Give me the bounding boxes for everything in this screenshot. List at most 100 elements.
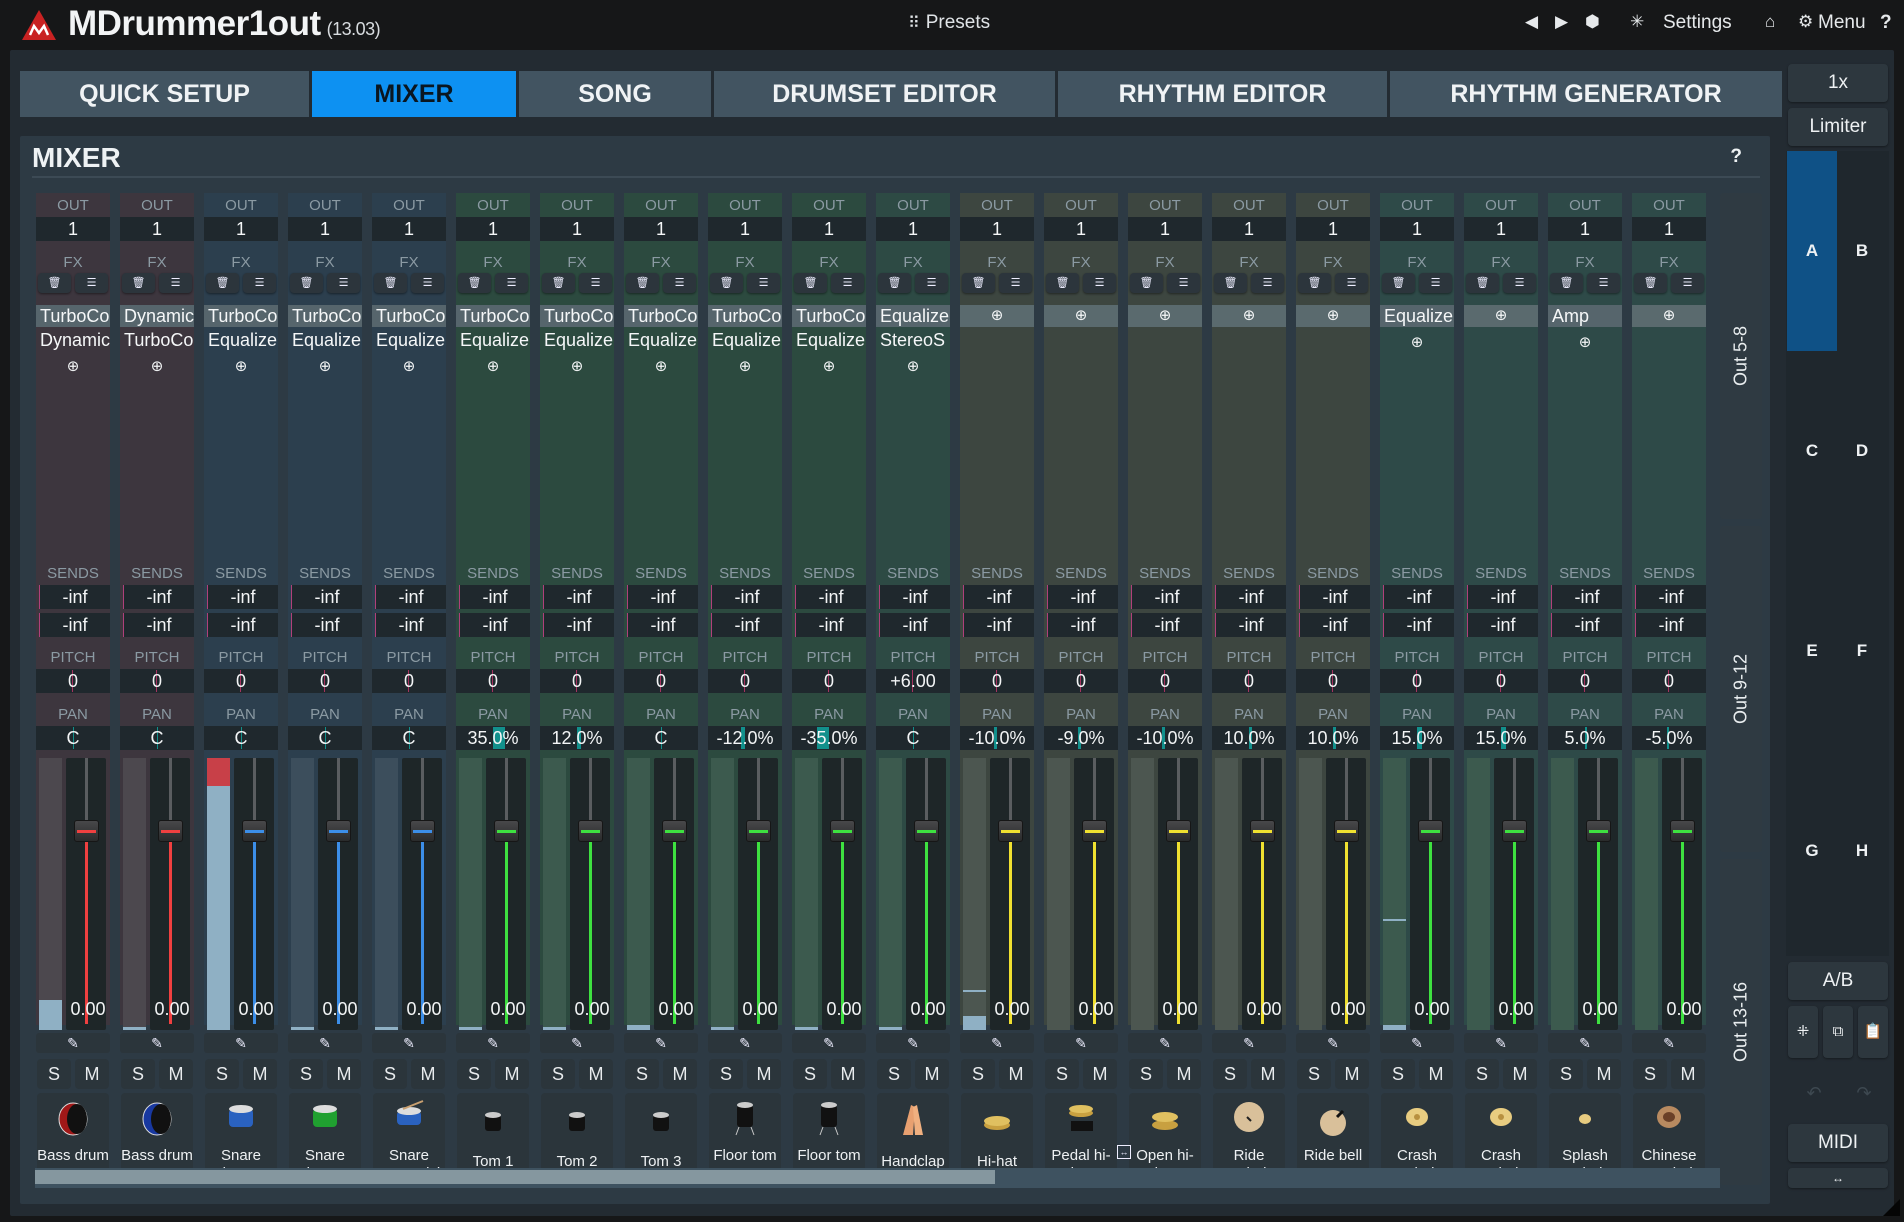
edit-drum-icon[interactable]: ✎ (288, 1033, 362, 1053)
gain-value[interactable]: 0.00 (234, 999, 278, 1020)
gain-value[interactable]: 0.00 (66, 999, 110, 1020)
fader-handle[interactable] (1334, 820, 1359, 842)
pan-value[interactable]: 15.0% (1464, 726, 1538, 750)
fx-slot[interactable]: TurboComp (792, 305, 866, 327)
gain-value[interactable]: 0.00 (1074, 999, 1118, 1020)
fx-list-icon[interactable]: ☰ (327, 273, 360, 293)
delete-fx-icon[interactable]: 🗑 (1298, 273, 1331, 293)
send-2-value[interactable]: -inf (795, 613, 866, 637)
scrollbar-thumb[interactable] (35, 1170, 996, 1184)
add-fx-icon[interactable]: ⊕ (36, 357, 110, 375)
slot-h-button[interactable]: H (1837, 751, 1887, 951)
fader-handle[interactable] (242, 820, 267, 842)
mute-button[interactable]: M (411, 1059, 445, 1089)
fx-slot[interactable]: TurboComp (120, 329, 194, 351)
slot-e-button[interactable]: E (1787, 551, 1837, 751)
solo-button[interactable]: S (289, 1059, 323, 1089)
fx-slot[interactable]: Amp (1548, 305, 1622, 327)
send-1-value[interactable]: -inf (39, 585, 110, 609)
pan-value[interactable]: C (204, 726, 278, 750)
gain-value[interactable]: 0.00 (1326, 999, 1370, 1020)
send-2-value[interactable]: -inf (207, 613, 278, 637)
fader-handle[interactable] (158, 820, 183, 842)
fader-handle[interactable] (1586, 820, 1611, 842)
fx-list-icon[interactable]: ☰ (495, 273, 528, 293)
fx-list-icon[interactable]: ☰ (159, 273, 192, 293)
pan-value[interactable]: -9.0% (1044, 726, 1118, 750)
slot-d-button[interactable]: D (1837, 351, 1887, 551)
gears-icon[interactable]: ⚙ (1798, 12, 1813, 32)
randomize-icon[interactable]: ⁜ (1788, 1006, 1818, 1058)
fx-list-icon[interactable]: ☰ (75, 273, 108, 293)
slot-b-button[interactable]: B (1837, 151, 1887, 351)
pitch-value[interactable]: 0 (1380, 669, 1454, 693)
gain-value[interactable]: 0.00 (1578, 999, 1622, 1020)
fx-slot[interactable]: Equalizer (624, 329, 698, 351)
gain-value[interactable]: 0.00 (654, 999, 698, 1020)
mute-button[interactable]: M (1167, 1059, 1201, 1089)
add-fx-button[interactable]: ⊕ (1044, 305, 1118, 327)
send-1-value[interactable]: -inf (1551, 585, 1622, 609)
fx-slot[interactable]: TurboComp (540, 305, 614, 327)
solo-button[interactable]: S (1465, 1059, 1499, 1089)
add-fx-icon[interactable]: ⊕ (1380, 333, 1454, 351)
solo-button[interactable]: S (877, 1059, 911, 1089)
ab-compare-button[interactable]: A/B (1788, 962, 1888, 1000)
edit-drum-icon[interactable]: ✎ (1128, 1033, 1202, 1053)
fx-slot[interactable]: StereoS (876, 329, 950, 351)
add-fx-icon[interactable]: ⊕ (876, 357, 950, 375)
delete-fx-icon[interactable]: 🗑 (962, 273, 995, 293)
gain-value[interactable]: 0.00 (1494, 999, 1538, 1020)
send-1-value[interactable]: -inf (1131, 585, 1202, 609)
delete-fx-icon[interactable]: 🗑 (1466, 273, 1499, 293)
fx-list-icon[interactable]: ☰ (915, 273, 948, 293)
fx-slot[interactable]: Equalizer (456, 329, 530, 351)
delete-fx-icon[interactable]: 🗑 (1382, 273, 1415, 293)
fader-handle[interactable] (1502, 820, 1527, 842)
delete-fx-icon[interactable]: 🗑 (794, 273, 827, 293)
previous-preset-icon[interactable]: ◀ (1525, 12, 1538, 32)
fx-list-icon[interactable]: ☰ (663, 273, 696, 293)
out-selector[interactable]: 1 (1380, 217, 1454, 241)
out-selector[interactable]: 1 (1464, 217, 1538, 241)
gain-fader[interactable] (654, 758, 694, 1030)
send-2-value[interactable]: -inf (963, 613, 1034, 637)
gain-value[interactable]: 0.00 (318, 999, 362, 1020)
output-group-9-12[interactable]: Out 9-12 (1720, 526, 1762, 852)
gain-fader[interactable] (234, 758, 274, 1030)
fx-slot[interactable]: Equalizer (876, 305, 950, 327)
fx-slot[interactable]: TurboComp (288, 305, 362, 327)
send-2-value[interactable]: -inf (1383, 613, 1454, 637)
send-2-value[interactable]: -inf (291, 613, 362, 637)
add-fx-icon[interactable]: ⊕ (204, 357, 278, 375)
out-selector[interactable]: 1 (1212, 217, 1286, 241)
solo-button[interactable]: S (373, 1059, 407, 1089)
limiter-button[interactable]: Limiter (1788, 108, 1888, 146)
out-selector[interactable]: 1 (120, 217, 194, 241)
fx-slot[interactable]: Dynamics (120, 305, 194, 327)
gain-value[interactable]: 0.00 (990, 999, 1034, 1020)
edit-drum-icon[interactable]: ✎ (204, 1033, 278, 1053)
undo-icon[interactable]: ↶ (1790, 1068, 1838, 1118)
gain-value[interactable]: 0.00 (486, 999, 530, 1020)
pitch-value[interactable]: 0 (204, 669, 278, 693)
fx-list-icon[interactable]: ☰ (831, 273, 864, 293)
send-2-value[interactable]: -inf (879, 613, 950, 637)
add-fx-icon[interactable]: ⊕ (120, 357, 194, 375)
fader-handle[interactable] (998, 820, 1023, 842)
mute-button[interactable]: M (663, 1059, 697, 1089)
fx-list-icon[interactable]: ☰ (1251, 273, 1284, 293)
delete-fx-icon[interactable]: 🗑 (1046, 273, 1079, 293)
send-1-value[interactable]: -inf (1299, 585, 1370, 609)
pitch-value[interactable]: 0 (1464, 669, 1538, 693)
tab-rhythm-generator[interactable]: RHYTHM GENERATOR (1390, 71, 1782, 117)
resize-handle[interactable] (1883, 1199, 1900, 1216)
pitch-value[interactable]: 0 (708, 669, 782, 693)
fx-list-icon[interactable]: ☰ (243, 273, 276, 293)
out-selector[interactable]: 1 (1632, 217, 1706, 241)
solo-button[interactable]: S (1297, 1059, 1331, 1089)
delete-fx-icon[interactable]: 🗑 (38, 273, 71, 293)
fx-slot[interactable]: TurboComp (708, 305, 782, 327)
out-selector[interactable]: 1 (1128, 217, 1202, 241)
out-selector[interactable]: 1 (36, 217, 110, 241)
